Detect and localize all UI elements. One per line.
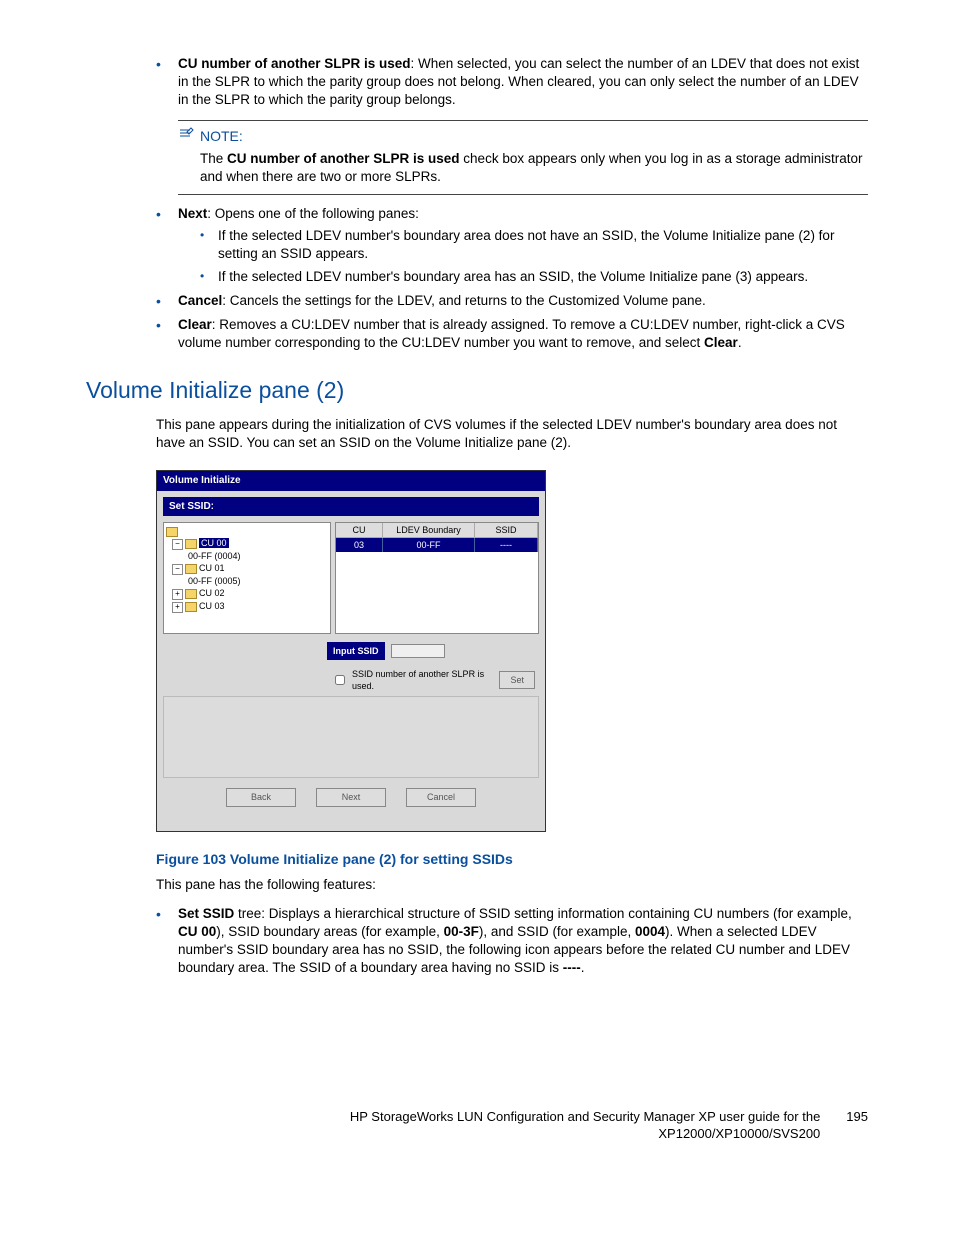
footer-line1: HP StorageWorks LUN Configuration and Se… bbox=[350, 1108, 820, 1126]
bullet-list-mid: Next: Opens one of the following panes: … bbox=[156, 205, 868, 353]
cell-cu: 03 bbox=[336, 538, 383, 552]
bullet-item: Next: Opens one of the following panes: … bbox=[156, 205, 868, 286]
bullet-item: CU number of another SLPR is used: When … bbox=[156, 55, 868, 110]
collapse-icon[interactable]: − bbox=[172, 539, 183, 550]
set-button[interactable]: Set bbox=[499, 671, 535, 689]
bullet-item: Clear: Removes a CU:LDEV number that is … bbox=[156, 316, 868, 352]
cell-boundary: 00-FF bbox=[383, 538, 475, 552]
footer-line2: XP12000/XP10000/SVS200 bbox=[350, 1125, 820, 1143]
note-body: The CU number of another SLPR is used ch… bbox=[178, 150, 868, 186]
cell-ssid: ---- bbox=[475, 538, 538, 552]
tree-leaf[interactable]: 00-FF (0004) bbox=[166, 550, 328, 562]
sub-bullet-item: If the selected LDEV number's boundary a… bbox=[200, 268, 868, 286]
input-ssid-label: Input SSID bbox=[327, 642, 385, 660]
col-header-ssid: SSID bbox=[475, 523, 538, 538]
slpr-ssid-checkbox[interactable] bbox=[335, 675, 345, 685]
expand-icon[interactable]: + bbox=[172, 602, 183, 613]
set-ssid-header: Set SSID: bbox=[163, 497, 539, 517]
col-header-boundary: LDEV Boundary bbox=[383, 523, 475, 538]
sub-bullet-list: If the selected LDEV number's boundary a… bbox=[200, 227, 868, 286]
bullet-list-top: CU number of another SLPR is used: When … bbox=[156, 55, 868, 110]
ssid-tree[interactable]: −CU 00 00-FF (0004) −CU 01 00-FF (0005) … bbox=[163, 522, 331, 634]
folder-icon bbox=[185, 564, 197, 574]
tree-node-selected[interactable]: CU 00 bbox=[199, 538, 229, 548]
dialog-button-row: Back Next Cancel bbox=[157, 782, 545, 830]
section-heading: Volume Initialize pane (2) bbox=[86, 375, 868, 406]
grid-header: CU LDEV Boundary SSID bbox=[336, 523, 538, 538]
tree-node[interactable]: CU 03 bbox=[199, 601, 225, 611]
expand-icon[interactable]: + bbox=[172, 589, 183, 600]
feature-item: Set SSID tree: Displays a hierarchical s… bbox=[156, 905, 868, 978]
note-block: NOTE: The CU number of another SLPR is u… bbox=[178, 120, 868, 195]
ssid-grid[interactable]: CU LDEV Boundary SSID 03 00-FF ---- bbox=[335, 522, 539, 634]
dialog-blank-area bbox=[163, 696, 539, 778]
volume-initialize-dialog: Volume Initialize Set SSID: − CU 00 00-FF… bbox=[156, 470, 546, 832]
dialog-title: Volume Initialize bbox=[157, 471, 545, 491]
figure-caption: Figure 103 Volume Initialize pane (2) fo… bbox=[156, 850, 868, 869]
folder-icon bbox=[185, 539, 197, 549]
tree-leaf[interactable]: 00-FF (0005) bbox=[166, 575, 328, 587]
tree-node[interactable]: CU 02 bbox=[199, 588, 225, 598]
next-button[interactable]: Next bbox=[316, 788, 386, 806]
features-list: Set SSID tree: Displays a hierarchical s… bbox=[156, 905, 868, 978]
cancel-button[interactable]: Cancel bbox=[406, 788, 476, 806]
page-footer: HP StorageWorks LUN Configuration and Se… bbox=[86, 1108, 868, 1143]
section-intro: This pane appears during the initializat… bbox=[156, 416, 868, 452]
collapse-icon[interactable]: − bbox=[172, 564, 183, 575]
checkbox-label: SSID number of another SLPR is used. bbox=[352, 668, 495, 692]
bold-text: CU number of another SLPR is used bbox=[178, 56, 411, 71]
tree-node[interactable]: CU 01 bbox=[199, 563, 225, 573]
folder-icon bbox=[166, 527, 178, 537]
folder-icon bbox=[185, 589, 197, 599]
back-button[interactable]: Back bbox=[226, 788, 296, 806]
note-label: NOTE: bbox=[200, 127, 243, 146]
folder-icon bbox=[185, 602, 197, 612]
input-ssid-field[interactable] bbox=[391, 644, 445, 658]
bullet-item: Cancel: Cancels the settings for the LDE… bbox=[156, 292, 868, 310]
note-header: NOTE: bbox=[178, 127, 868, 146]
features-intro: This pane has the following features: bbox=[156, 876, 868, 894]
grid-row-selected[interactable]: 03 00-FF ---- bbox=[336, 538, 538, 552]
note-icon bbox=[178, 127, 194, 146]
sub-bullet-item: If the selected LDEV number's boundary a… bbox=[200, 227, 868, 263]
page-number: 195 bbox=[846, 1108, 868, 1126]
col-header-cu: CU bbox=[336, 523, 383, 538]
